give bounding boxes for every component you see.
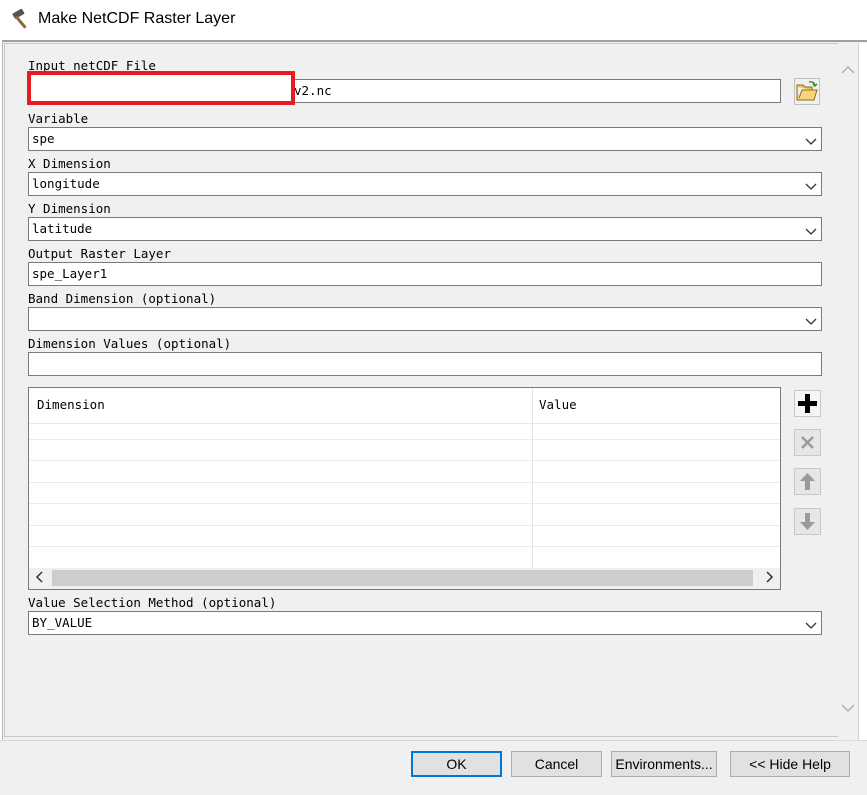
window-title: Make NetCDF Raster Layer xyxy=(38,10,236,27)
input-netcdf-value: v2.nc xyxy=(294,83,332,98)
help-panel-edge xyxy=(858,43,867,740)
arrow-up-icon xyxy=(795,473,820,498)
dimension-values-label: Dimension Values (optional) xyxy=(28,336,232,351)
y-dimension-value: latitude xyxy=(32,221,93,236)
output-raster-label: Output Raster Layer xyxy=(28,246,171,261)
cancel-button[interactable]: Cancel xyxy=(511,751,602,777)
table-row[interactable] xyxy=(29,525,780,526)
variable-combo[interactable]: spe xyxy=(28,127,822,151)
close-icon xyxy=(795,436,820,459)
ok-button[interactable]: OK xyxy=(411,751,502,777)
scroll-right-icon[interactable] xyxy=(758,568,780,589)
chevron-down-icon xyxy=(805,618,817,629)
dimension-values-table[interactable]: Dimension Value xyxy=(28,387,781,590)
chevron-down-icon xyxy=(805,314,817,325)
remove-row-button[interactable] xyxy=(794,429,821,456)
table-row[interactable] xyxy=(29,482,780,483)
hammer-icon xyxy=(10,8,34,31)
browse-button[interactable] xyxy=(794,78,820,105)
plus-icon xyxy=(795,394,820,420)
column-divider xyxy=(532,388,533,568)
table-row[interactable] xyxy=(29,546,780,547)
move-up-button[interactable] xyxy=(794,468,821,495)
table-header: Dimension Value xyxy=(29,388,780,424)
add-row-button[interactable] xyxy=(794,390,821,417)
y-dimension-label: Y Dimension xyxy=(28,201,111,216)
chevron-down-icon xyxy=(805,179,817,190)
column-header-dimension[interactable]: Dimension xyxy=(37,397,105,412)
scroll-thumb[interactable] xyxy=(52,570,753,586)
value-selection-combo[interactable]: BY_VALUE xyxy=(28,611,822,635)
vertical-scrollbar[interactable] xyxy=(838,43,858,723)
horizontal-scrollbar[interactable] xyxy=(29,568,780,589)
y-dimension-combo[interactable]: latitude xyxy=(28,217,822,241)
chevron-down-icon xyxy=(805,224,817,235)
scroll-left-icon[interactable] xyxy=(29,568,51,589)
title-bar: Make NetCDF Raster Layer xyxy=(0,0,867,40)
value-selection-value: BY_VALUE xyxy=(32,615,93,630)
x-dimension-value: longitude xyxy=(32,176,100,191)
scroll-up-icon[interactable] xyxy=(838,61,858,81)
scroll-down-icon[interactable] xyxy=(838,699,858,719)
table-row[interactable] xyxy=(29,503,780,504)
variable-value: spe xyxy=(32,131,55,146)
move-down-button[interactable] xyxy=(794,508,821,535)
chevron-down-icon xyxy=(805,134,817,145)
table-row[interactable] xyxy=(29,460,780,461)
redaction-box xyxy=(27,71,295,105)
dimension-values-field[interactable] xyxy=(28,352,822,376)
hide-help-button[interactable]: << Hide Help xyxy=(730,751,850,777)
folder-open-icon xyxy=(795,81,819,108)
band-dimension-label: Band Dimension (optional) xyxy=(28,291,217,306)
output-raster-field[interactable]: spe_Layer1 xyxy=(28,262,822,286)
variable-label: Variable xyxy=(28,111,89,126)
value-selection-label: Value Selection Method (optional) xyxy=(28,595,277,610)
band-dimension-combo[interactable] xyxy=(28,307,822,331)
x-dimension-label: X Dimension xyxy=(28,156,111,171)
table-row[interactable] xyxy=(29,439,780,440)
arrow-down-icon xyxy=(795,513,820,538)
output-raster-value: spe_Layer1 xyxy=(32,266,108,281)
column-header-value[interactable]: Value xyxy=(539,397,577,412)
environments-button[interactable]: Environments... xyxy=(611,751,717,777)
x-dimension-combo[interactable]: longitude xyxy=(28,172,822,196)
